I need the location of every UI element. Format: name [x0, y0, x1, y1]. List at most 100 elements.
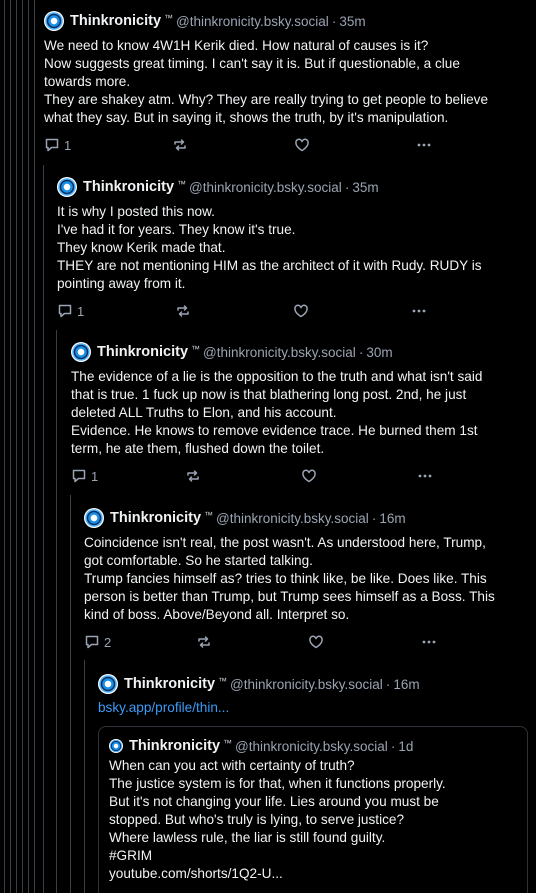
post-time[interactable]: 16m [393, 677, 419, 692]
avatar[interactable] [44, 11, 64, 31]
post-time[interactable]: 1d [398, 739, 413, 754]
author-handle[interactable]: @thinkronicity.bsky.social [235, 739, 388, 754]
post-text-line: Evidence. He knows to remove evidence tr… [71, 423, 478, 438]
more-dots-icon [422, 640, 436, 644]
repost-button[interactable] [172, 137, 294, 153]
thread-line-10 [84, 660, 85, 893]
quote-text-line: Where lawless rule, the liar is still fo… [109, 830, 386, 845]
post-time[interactable]: 35m [352, 180, 378, 195]
separator-dot: · [331, 13, 337, 29]
post-actions: 2 [84, 631, 536, 653]
more-options-button[interactable] [416, 137, 432, 153]
avatar[interactable] [57, 177, 77, 197]
post-text-line: deleted ALL Truths to Elon, and his acco… [71, 405, 337, 420]
post-text-line: person is better than Trump, but Trump s… [84, 589, 495, 604]
name-mark: ™ [191, 344, 201, 354]
reply-button[interactable]: 1 [44, 137, 172, 153]
reply-count: 2 [104, 634, 112, 650]
more-options-button[interactable] [421, 634, 437, 650]
author-handle[interactable]: @thinkronicity.bsky.social [216, 511, 369, 526]
thread-line-6 [34, 0, 35, 893]
author-display-name[interactable]: Thinkronicity [124, 676, 215, 692]
thread-post[interactable]: Thinkronicity ™ @thinkronicity.bsky.soci… [71, 340, 536, 487]
repost-button[interactable] [175, 303, 293, 319]
post-text-line: towards more. [44, 74, 131, 89]
avatar[interactable] [109, 739, 123, 753]
more-options-button[interactable] [417, 468, 433, 484]
author-handle[interactable]: @thinkronicity.bsky.social [189, 180, 342, 195]
repost-icon [177, 305, 189, 317]
separator-dot: · [390, 738, 396, 754]
avatar[interactable] [71, 342, 91, 362]
name-mark: ™ [223, 738, 233, 748]
reply-button[interactable]: 2 [84, 634, 196, 650]
post-text: We need to know 4W1H Kerik died. How nat… [44, 37, 536, 127]
separator-dot: · [371, 510, 377, 526]
post-actions: 1 [71, 465, 536, 487]
heart-icon [294, 304, 308, 318]
post-text-line: They are shakey atm. Why? They are reall… [44, 92, 489, 107]
thread-post[interactable]: Thinkronicity ™ @thinkronicity.bsky.soci… [44, 9, 536, 156]
author-display-name[interactable]: Thinkronicity [97, 344, 188, 360]
reply-button[interactable]: 1 [71, 468, 185, 484]
thread-post[interactable]: Thinkronicity ™ @thinkronicity.bsky.soci… [98, 672, 536, 715]
reply-bubble-icon [45, 138, 59, 152]
post-text-line: term, he ate them, flushed down the toil… [71, 441, 325, 456]
repost-icon [174, 139, 186, 151]
thread-post[interactable]: Thinkronicity ™ @thinkronicity.bsky.soci… [57, 175, 536, 322]
post-header: Thinkronicity ™ @thinkronicity.bsky.soci… [71, 340, 536, 364]
post-text-line: It is why I posted this now. [57, 204, 215, 219]
separator-dot: · [385, 676, 391, 692]
quote-card[interactable]: Thinkronicity ™ @thinkronicity.bsky.soci… [98, 726, 528, 893]
post-time[interactable]: 35m [339, 14, 365, 29]
post-header: Thinkronicity ™ @thinkronicity.bsky.soci… [57, 175, 536, 199]
post-text: It is why I posted this now. I've had it… [57, 203, 536, 293]
post-text-line: Trump fancies himself as? tries to think… [84, 571, 487, 586]
name-mark: ™ [164, 13, 174, 23]
post-text-line: that is true. 1 fuck up now is that blat… [71, 387, 467, 402]
author-display-name[interactable]: Thinkronicity [129, 738, 220, 754]
name-mark: ™ [177, 179, 187, 189]
reply-button[interactable]: 1 [57, 303, 175, 319]
more-dots-icon [417, 143, 431, 147]
post-text-line: what they say. But in saying it, shows t… [44, 110, 449, 125]
repost-button[interactable] [185, 468, 301, 484]
author-display-name[interactable]: Thinkronicity [70, 13, 161, 29]
post-text: The evidence of a lie is the opposition … [71, 368, 536, 458]
post-link[interactable]: bsky.app/profile/thin... [98, 700, 536, 715]
reply-bubble-icon [58, 304, 72, 318]
author-handle[interactable]: @thinkronicity.bsky.social [176, 14, 329, 29]
author-handle[interactable]: @thinkronicity.bsky.social [203, 345, 356, 360]
post-time[interactable]: 16m [379, 511, 405, 526]
quote-link[interactable]: youtube.com/shorts/1Q2-U... [109, 865, 507, 883]
thread-line-7 [43, 165, 44, 893]
quote-hashtag[interactable]: #GRIM [109, 847, 507, 865]
reply-bubble-icon [85, 635, 99, 649]
like-button[interactable] [301, 468, 417, 484]
post-actions: 1 [44, 134, 536, 156]
post-header: Thinkronicity ™ @thinkronicity.bsky.soci… [84, 506, 536, 530]
thread-post[interactable]: Thinkronicity ™ @thinkronicity.bsky.soci… [84, 506, 536, 653]
like-button[interactable] [308, 634, 421, 650]
avatar[interactable] [98, 674, 118, 694]
post-time[interactable]: 30m [366, 345, 392, 360]
avatar[interactable] [84, 508, 104, 528]
quote-header: Thinkronicity ™ @thinkronicity.bsky.soci… [109, 737, 517, 755]
reply-count: 1 [64, 137, 72, 153]
author-display-name[interactable]: Thinkronicity [110, 510, 201, 526]
thread-line-4 [22, 0, 23, 893]
author-display-name[interactable]: Thinkronicity [83, 179, 174, 195]
more-dots-icon [418, 474, 432, 478]
post-text-line: They know Kerik made that. [57, 240, 226, 255]
more-options-button[interactable] [411, 303, 427, 319]
post-header: Thinkronicity ™ @thinkronicity.bsky.soci… [98, 672, 536, 696]
post-text-line: The evidence of a lie is the opposition … [71, 369, 483, 384]
like-button[interactable] [293, 303, 411, 319]
like-button[interactable] [294, 137, 416, 153]
post-text-line: We need to know 4W1H Kerik died. How nat… [44, 38, 429, 53]
repost-button[interactable] [196, 634, 308, 650]
thread-line-9 [70, 495, 71, 893]
author-handle[interactable]: @thinkronicity.bsky.social [230, 677, 383, 692]
name-mark: ™ [204, 510, 214, 520]
post-actions: 1 [57, 300, 536, 322]
